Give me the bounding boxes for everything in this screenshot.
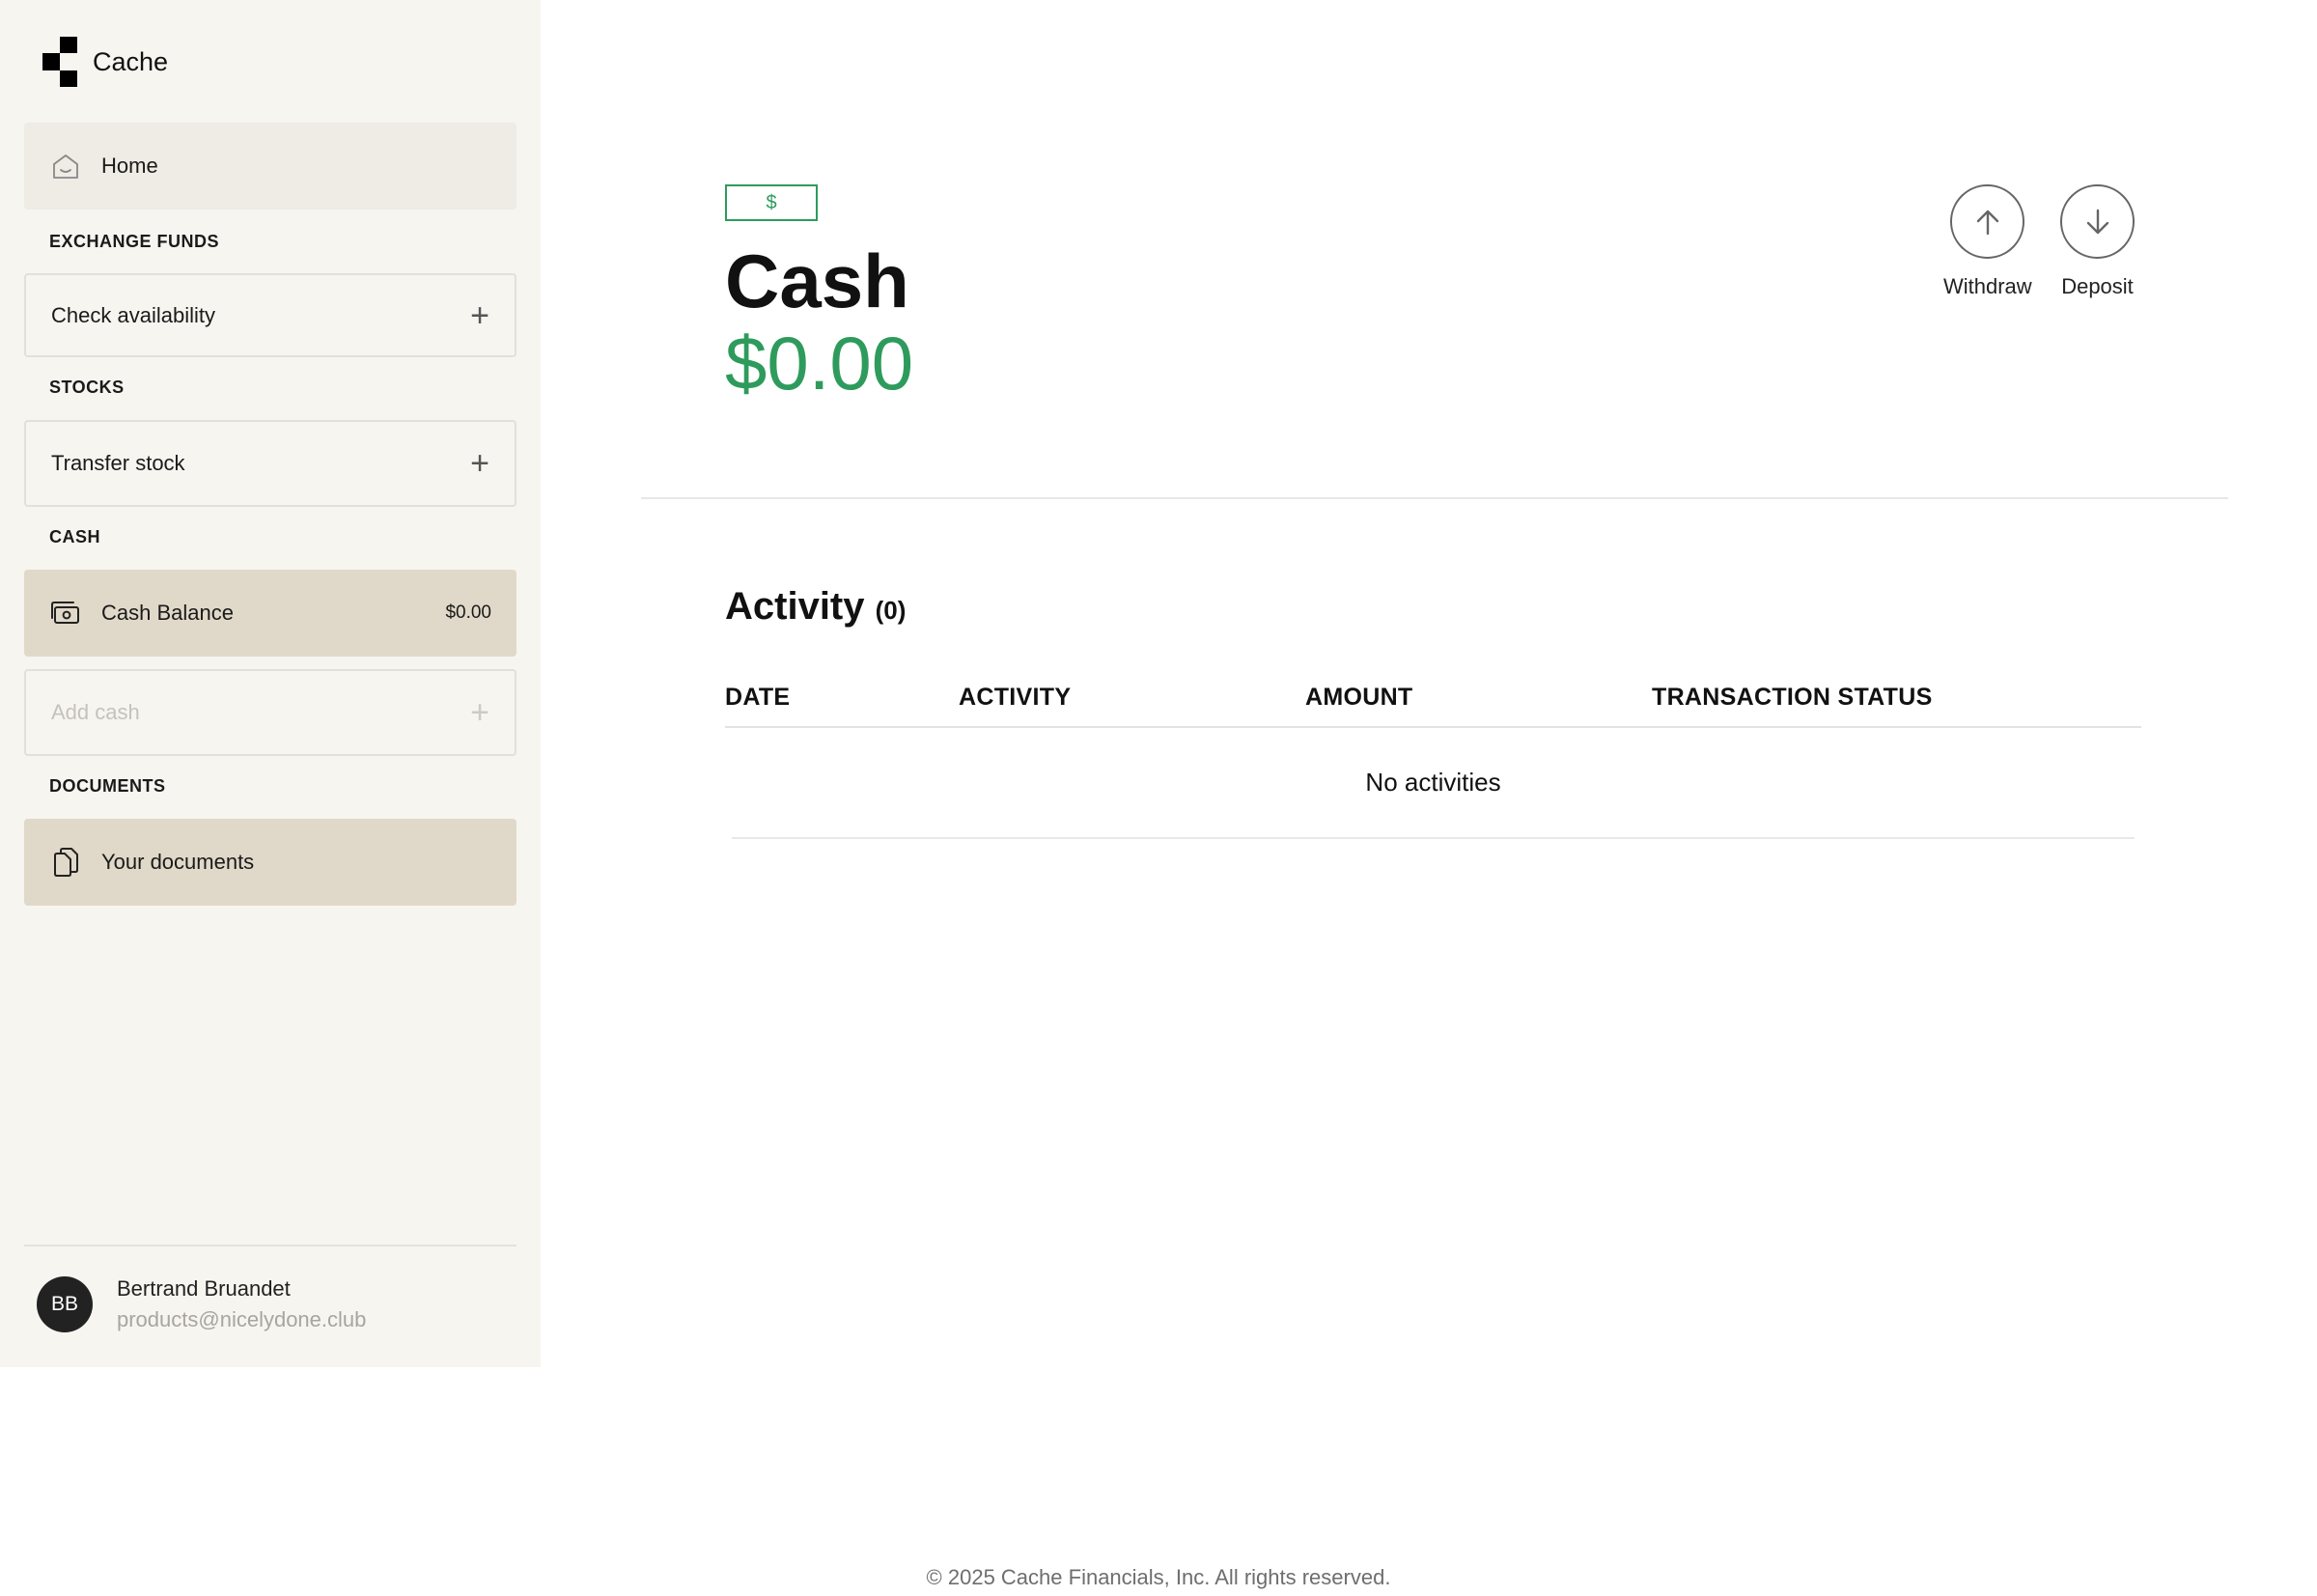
sidebar-item-check-availability[interactable]: Check availability + bbox=[24, 273, 516, 357]
footer-copyright: © 2025 Cache Financials, Inc. All rights… bbox=[926, 1565, 1391, 1589]
sidebar-item-your-documents[interactable]: Your documents bbox=[24, 819, 516, 906]
profile-email: products@nicelydone.club bbox=[117, 1307, 367, 1331]
plus-icon: + bbox=[470, 694, 489, 731]
avatar: BB bbox=[37, 1276, 93, 1332]
profile-name: Bertrand Bruandet bbox=[117, 1276, 291, 1301]
section-label-exchange-funds: EXCHANGE FUNDS bbox=[49, 232, 220, 251]
brand-name: Cache bbox=[93, 46, 169, 76]
user-profile[interactable]: BB Bertrand Bruandet products@nicelydone… bbox=[37, 1276, 366, 1332]
arrow-up-icon bbox=[1950, 184, 2025, 259]
withdraw-button[interactable]: Withdraw bbox=[1943, 184, 2032, 299]
plus-icon: + bbox=[470, 445, 489, 482]
withdraw-label: Withdraw bbox=[1943, 274, 2032, 298]
section-divider bbox=[641, 497, 2228, 499]
cache-logo-icon bbox=[42, 37, 77, 87]
sidebar-item-label: Check availability bbox=[51, 302, 215, 327]
sidebar-item-cash-balance[interactable]: Cash Balance $0.00 bbox=[24, 570, 516, 657]
sidebar-item-label: Your documents bbox=[101, 850, 255, 874]
sidebar: Cache Home EXCHANGE FUNDS Check availabi… bbox=[0, 0, 541, 1367]
activity-count: (0) bbox=[875, 596, 907, 625]
table-row-divider bbox=[732, 837, 2135, 839]
sidebar-item-label: Cash Balance bbox=[101, 601, 234, 625]
cash-icon bbox=[49, 597, 82, 630]
column-header-amount[interactable]: AMOUNT bbox=[1305, 684, 1413, 712]
sidebar-item-home[interactable]: Home bbox=[24, 123, 516, 210]
section-label-stocks: STOCKS bbox=[49, 378, 125, 397]
sidebar-item-label: Transfer stock bbox=[51, 451, 185, 475]
plus-icon: + bbox=[470, 296, 489, 334]
activity-heading: Activity (0) bbox=[725, 585, 906, 629]
section-label-cash: CASH bbox=[49, 527, 101, 546]
brand[interactable]: Cache bbox=[42, 37, 168, 87]
arrow-down-icon bbox=[2060, 184, 2135, 259]
table-header-divider bbox=[725, 726, 2141, 728]
documents-icon bbox=[49, 846, 82, 879]
column-header-date[interactable]: DATE bbox=[725, 684, 790, 712]
cash-balance-value: $0.00 bbox=[445, 602, 491, 623]
sidebar-item-label: Add cash bbox=[51, 700, 140, 724]
column-header-activity[interactable]: ACTIVITY bbox=[959, 684, 1071, 712]
home-icon bbox=[49, 150, 82, 182]
sidebar-divider bbox=[24, 1245, 516, 1246]
page-title: Cash bbox=[725, 238, 909, 323]
sidebar-item-transfer-stock[interactable]: Transfer stock + bbox=[24, 420, 516, 507]
sidebar-item-add-cash[interactable]: Add cash + bbox=[24, 669, 516, 756]
section-label-documents: DOCUMENTS bbox=[49, 776, 166, 796]
column-header-transaction-status[interactable]: TRANSACTION STATUS bbox=[1652, 684, 1933, 712]
activity-title: Activity bbox=[725, 585, 865, 628]
sidebar-item-label: Home bbox=[101, 154, 158, 178]
empty-state-text: No activities bbox=[1365, 768, 1501, 797]
currency-badge: $ bbox=[725, 184, 818, 221]
cash-balance-amount: $0.00 bbox=[725, 321, 914, 406]
deposit-label: Deposit bbox=[2061, 274, 2134, 298]
deposit-button[interactable]: Deposit bbox=[2060, 184, 2135, 299]
